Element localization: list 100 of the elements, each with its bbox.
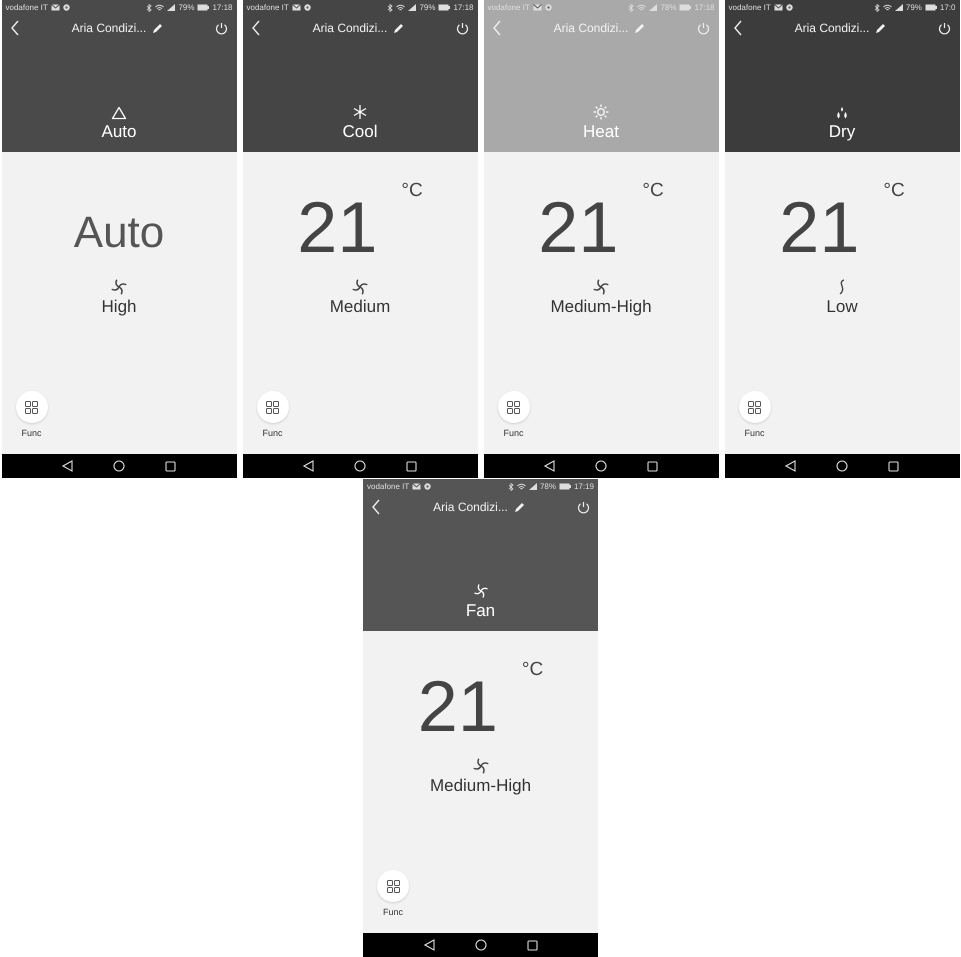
back-nav-icon[interactable]: [303, 460, 314, 472]
recents-nav-icon[interactable]: [888, 460, 899, 472]
battery-icon: [679, 4, 692, 11]
home-nav-icon[interactable]: [474, 939, 486, 951]
mode-label: Cool: [342, 122, 378, 142]
temperature-value: 21: [538, 192, 618, 264]
func-button[interactable]: [738, 391, 770, 423]
grid-icon: [748, 400, 761, 414]
signal-icon: [649, 4, 658, 11]
pencil-icon[interactable]: [152, 22, 164, 34]
mode-label: Fan: [466, 601, 496, 621]
back-icon[interactable]: [10, 20, 20, 36]
temperature-unit: °C: [642, 180, 664, 202]
bluetooth-icon: [874, 4, 880, 12]
grid-icon: [386, 880, 400, 892]
bluetooth-icon: [508, 482, 514, 490]
temperature-unit: °C: [883, 180, 905, 202]
power-icon[interactable]: [938, 22, 952, 34]
fan-speed-label: Medium-High: [430, 776, 532, 796]
pencil-icon[interactable]: [514, 502, 525, 512]
home-nav-icon[interactable]: [595, 460, 607, 472]
battery-percent: 79%: [178, 3, 194, 12]
battery-icon: [438, 4, 450, 11]
battery-percent: 79%: [419, 3, 436, 12]
home-nav-icon[interactable]: [836, 460, 848, 472]
signal-icon: [528, 483, 537, 490]
fan-icon: [472, 583, 488, 599]
mail-icon: [532, 4, 542, 11]
fan-icon: [472, 757, 490, 775]
mail-icon: [50, 4, 60, 11]
clock-time: 17:0: [940, 3, 956, 12]
bluetooth-icon: [387, 4, 394, 12]
back-icon[interactable]: [250, 20, 260, 36]
fan-icon: [592, 278, 610, 296]
carrier-name: vodafone IT: [728, 3, 771, 12]
carrier-name: vodafone IT: [367, 482, 410, 491]
func-label: Func: [744, 428, 764, 438]
func-button[interactable]: [16, 391, 48, 423]
wifi-icon: [396, 4, 406, 12]
mode-label: Auto: [102, 122, 136, 142]
back-nav-icon[interactable]: [785, 460, 796, 472]
device-title: Aria Condizi...: [72, 21, 146, 35]
device-title: Aria Condizi...: [433, 500, 508, 514]
home-nav-icon[interactable]: [113, 460, 125, 472]
func-label: Func: [503, 428, 524, 438]
fan-speed-label: Medium-High: [550, 297, 652, 317]
fan-speed-label: Medium: [330, 297, 390, 317]
wifi-icon: [516, 482, 526, 490]
temperature-unit: °C: [522, 659, 544, 681]
func-label: Func: [382, 907, 403, 917]
func-label: Func: [21, 428, 42, 438]
carrier-name: vodafone IT: [246, 3, 289, 12]
clock-time: 17:18: [212, 3, 232, 12]
recents-nav-icon[interactable]: [647, 460, 658, 472]
func-button[interactable]: [377, 870, 409, 902]
power-icon[interactable]: [456, 22, 470, 34]
back-nav-icon[interactable]: [544, 460, 555, 472]
pencil-icon[interactable]: [393, 22, 404, 34]
power-icon[interactable]: [576, 500, 590, 514]
mode-label: Dry: [828, 122, 856, 142]
battery-icon: [924, 4, 937, 11]
mail-icon: [412, 483, 422, 490]
clock-time: 17:19: [574, 482, 594, 491]
back-icon[interactable]: [732, 20, 742, 36]
battery-percent: 78%: [540, 482, 556, 491]
sun-icon: [593, 104, 609, 120]
recents-nav-icon[interactable]: [165, 460, 176, 472]
wifi-icon: [882, 4, 892, 12]
pencil-icon[interactable]: [875, 22, 886, 34]
power-icon[interactable]: [215, 22, 228, 34]
device-title: Aria Condizi...: [312, 21, 388, 35]
triangle-icon: [111, 106, 127, 120]
home-nav-icon[interactable]: [354, 460, 366, 472]
battery-percent: 79%: [906, 3, 922, 12]
func-button[interactable]: [256, 391, 288, 423]
func-label: Func: [262, 428, 282, 438]
mail-icon: [292, 4, 301, 11]
bluetooth-icon: [628, 4, 634, 12]
grid-icon: [507, 400, 520, 414]
droplets-icon: [835, 106, 849, 120]
setpoint-text: Auto: [74, 208, 164, 258]
grid-icon: [266, 400, 279, 414]
recents-nav-icon[interactable]: [406, 460, 417, 472]
back-icon[interactable]: [371, 499, 381, 515]
fan-speed-label: High: [102, 297, 136, 317]
recents-nav-icon[interactable]: [526, 940, 538, 950]
bluetooth-icon: [146, 4, 152, 12]
fan-icon: [351, 278, 369, 296]
func-button[interactable]: [498, 391, 530, 423]
grid-icon: [25, 400, 38, 414]
back-nav-icon[interactable]: [62, 460, 73, 472]
carrier-name: vodafone IT: [6, 3, 48, 12]
fan-speed-label: Low: [826, 297, 858, 317]
device-title: Aria Condizi...: [554, 21, 628, 35]
signal-icon: [894, 4, 903, 11]
clock-time: 17:18: [453, 3, 474, 12]
mode-label: Heat: [583, 122, 619, 142]
back-nav-icon[interactable]: [424, 939, 434, 951]
temperature-value: 21: [418, 671, 498, 743]
wifi-icon: [637, 4, 646, 12]
